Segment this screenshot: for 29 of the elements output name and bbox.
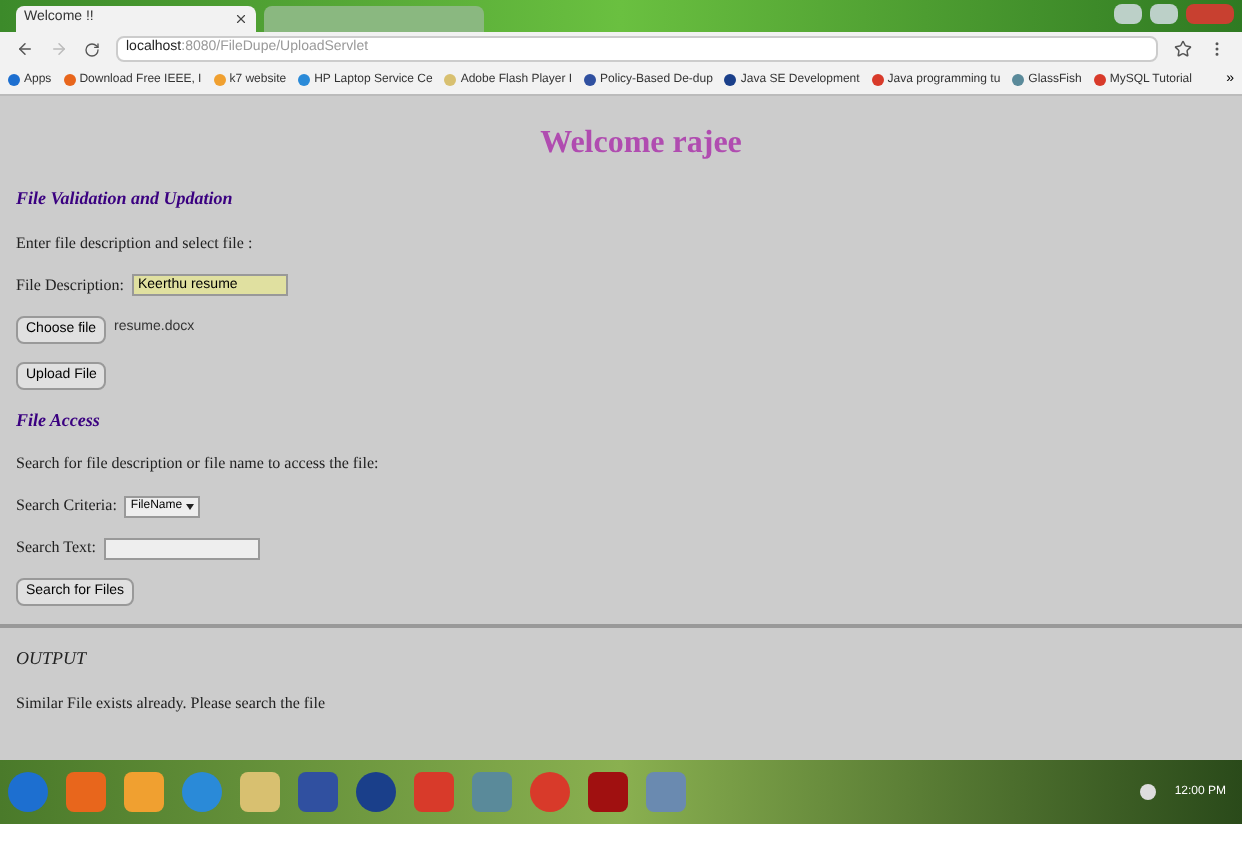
field-label: Search Text: [16,536,96,560]
taskbar-app-icon[interactable] [240,772,280,812]
taskbar-app-icon[interactable] [472,772,512,812]
search-field[interactable] [103,537,260,559]
taskbar-app-icon[interactable] [588,772,628,812]
taskbar-app-icon[interactable] [124,772,164,812]
tray-icon[interactable] [1140,784,1157,800]
taskbar-app-icon[interactable] [530,772,570,812]
field-label: Search Criteria: [16,494,117,518]
section-title: File Access [16,407,102,433]
taskbar-app-icon[interactable] [298,772,338,812]
taskbar-app-icon[interactable] [414,772,454,812]
output-title: OUTPUT [16,646,89,672]
section-title: File Validation and Updation [16,186,235,212]
star-icon[interactable] [1174,40,1192,58]
reload-icon[interactable] [84,41,100,57]
caret-icon [186,503,195,509]
taskbar-app-icon[interactable] [356,772,396,812]
back-icon[interactable] [16,40,34,58]
field-label: File Description: [16,273,124,297]
minimize-icon[interactable] [1114,4,1142,24]
close-icon[interactable] [234,12,248,26]
maximize-icon[interactable] [1150,4,1178,24]
forward-icon[interactable] [50,40,68,58]
instruction-text: Enter file description and select file : [16,231,255,255]
output-message: Similar File exists already. Please search the file [16,691,328,715]
instruction-text: Search for file description or file name to access the file: [16,452,381,476]
page-heading: Welcome rajee [540,124,742,164]
taskbar-app-icon[interactable] [66,772,106,812]
